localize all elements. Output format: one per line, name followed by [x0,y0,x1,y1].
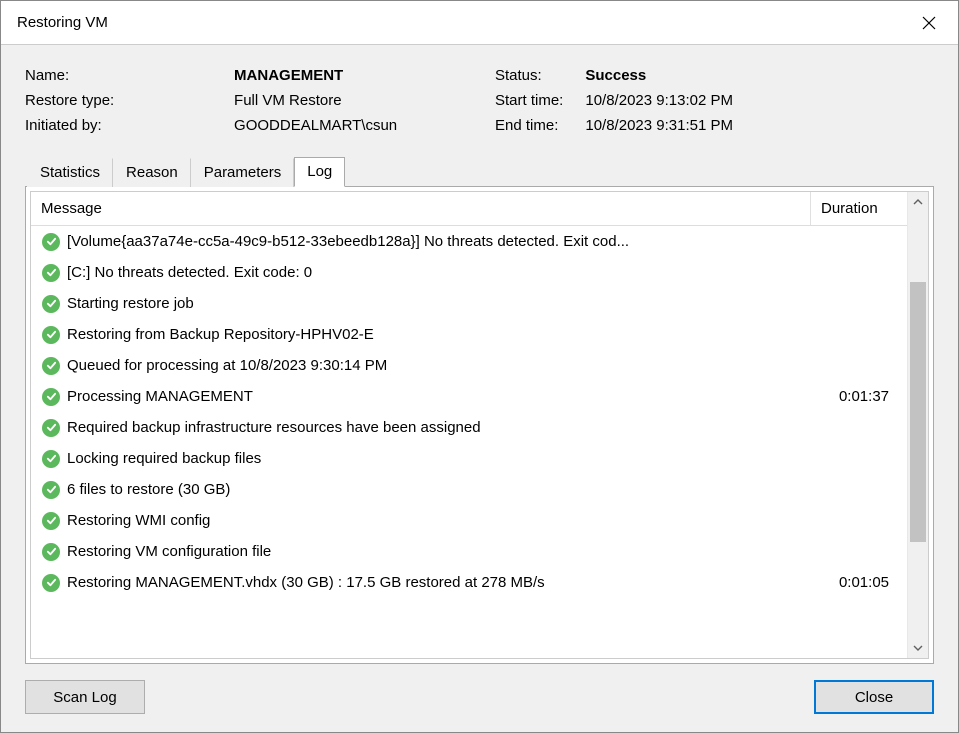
log-message: Restoring VM configuration file [63,543,811,560]
column-header-duration[interactable]: Duration [811,192,907,225]
scroll-up-arrow-icon[interactable] [908,192,928,212]
end-time-label: End time: [495,117,563,134]
log-row[interactable]: 6 files to restore (30 GB) [31,474,907,505]
log-duration: 0:01:37 [811,388,907,405]
scroll-down-arrow-icon[interactable] [908,638,928,658]
log-row[interactable]: Restoring VM configuration file [31,536,907,567]
status-icon-cell [39,450,63,468]
scroll-track[interactable] [908,212,928,638]
log-table: Message Duration [Volume{aa37a74e-cc5a-4… [31,192,907,658]
success-check-icon [42,450,60,468]
log-message: Required backup infrastructure resources… [63,419,811,436]
log-message: Starting restore job [63,295,811,312]
button-row: Scan Log Close [25,680,934,714]
end-time-value: 10/8/2023 9:31:51 PM [585,117,733,134]
log-message: Restoring WMI config [63,512,811,529]
name-label: Name: [25,67,212,84]
status-label: Status: [495,67,563,84]
close-icon[interactable] [906,7,952,39]
dialog-content: Name: MANAGEMENT Restore type: Full VM R… [1,45,958,732]
log-row[interactable]: Restoring MANAGEMENT.vhdx (30 GB) : 17.5… [31,567,907,598]
log-duration: 0:01:05 [811,574,907,591]
scroll-thumb[interactable] [910,282,926,542]
column-header-message[interactable]: Message [31,192,811,225]
initiated-by-label: Initiated by: [25,117,212,134]
log-header: Message Duration [31,192,907,226]
name-value: MANAGEMENT [234,67,495,84]
log-message: Processing MANAGEMENT [63,388,811,405]
success-check-icon [42,295,60,313]
status-icon-cell [39,295,63,313]
vertical-scrollbar[interactable] [907,192,928,658]
status-icon-cell [39,419,63,437]
status-icon-cell [39,574,63,592]
success-check-icon [42,419,60,437]
log-message: Restoring from Backup Repository-HPHV02-… [63,326,811,343]
status-value: Success [585,67,733,84]
success-check-icon [42,481,60,499]
log-row[interactable]: Restoring from Backup Repository-HPHV02-… [31,319,907,350]
restoring-vm-dialog: Restoring VM Name: MANAGEMENT Restore ty… [0,0,959,733]
tab-parameters[interactable]: Parameters [191,158,295,187]
restore-type-label: Restore type: [25,92,212,109]
info-right-column: Status: Success Start time: 10/8/2023 9:… [495,67,733,134]
log-row[interactable]: Locking required backup files [31,443,907,474]
status-icon-cell [39,543,63,561]
success-check-icon [42,388,60,406]
log-message: [C:] No threats detected. Exit code: 0 [63,264,811,281]
success-check-icon [42,512,60,530]
log-row[interactable]: Queued for processing at 10/8/2023 9:30:… [31,350,907,381]
start-time-label: Start time: [495,92,563,109]
success-check-icon [42,264,60,282]
scan-log-button[interactable]: Scan Log [25,680,145,714]
status-icon-cell [39,512,63,530]
status-icon-cell [39,233,63,251]
initiated-by-value: GOODDEALMART\csun [234,117,495,134]
log-message: [Volume{aa37a74e-cc5a-49c9-b512-33ebeedb… [63,233,811,250]
tab-log[interactable]: Log [294,157,345,187]
log-row[interactable]: [Volume{aa37a74e-cc5a-49c9-b512-33ebeedb… [31,226,907,257]
log-row[interactable]: Restoring WMI config [31,505,907,536]
tab-reason[interactable]: Reason [113,158,191,187]
log-panel: Message Duration [Volume{aa37a74e-cc5a-4… [25,187,934,664]
window-title: Restoring VM [17,14,108,31]
success-check-icon [42,357,60,375]
status-icon-cell [39,481,63,499]
info-left-column: Name: MANAGEMENT Restore type: Full VM R… [25,67,495,134]
log-row[interactable]: Required backup infrastructure resources… [31,412,907,443]
success-check-icon [42,326,60,344]
log-message: Queued for processing at 10/8/2023 9:30:… [63,357,811,374]
titlebar: Restoring VM [1,1,958,45]
tab-statistics[interactable]: Statistics [27,158,113,187]
success-check-icon [42,574,60,592]
log-row[interactable]: [C:] No threats detected. Exit code: 0 [31,257,907,288]
restore-type-value: Full VM Restore [234,92,495,109]
start-time-value: 10/8/2023 9:13:02 PM [585,92,733,109]
log-row[interactable]: Starting restore job [31,288,907,319]
log-message: 6 files to restore (30 GB) [63,481,811,498]
success-check-icon [42,543,60,561]
info-grid: Name: MANAGEMENT Restore type: Full VM R… [25,67,934,134]
tabs-row: Statistics Reason Parameters Log [25,156,934,187]
log-inner: Message Duration [Volume{aa37a74e-cc5a-4… [30,191,929,659]
status-icon-cell [39,357,63,375]
status-icon-cell [39,326,63,344]
log-row[interactable]: Processing MANAGEMENT0:01:37 [31,381,907,412]
status-icon-cell [39,388,63,406]
close-button[interactable]: Close [814,680,934,714]
log-body[interactable]: [Volume{aa37a74e-cc5a-49c9-b512-33ebeedb… [31,226,907,658]
success-check-icon [42,233,60,251]
log-message: Locking required backup files [63,450,811,467]
log-message: Restoring MANAGEMENT.vhdx (30 GB) : 17.5… [63,574,811,591]
status-icon-cell [39,264,63,282]
